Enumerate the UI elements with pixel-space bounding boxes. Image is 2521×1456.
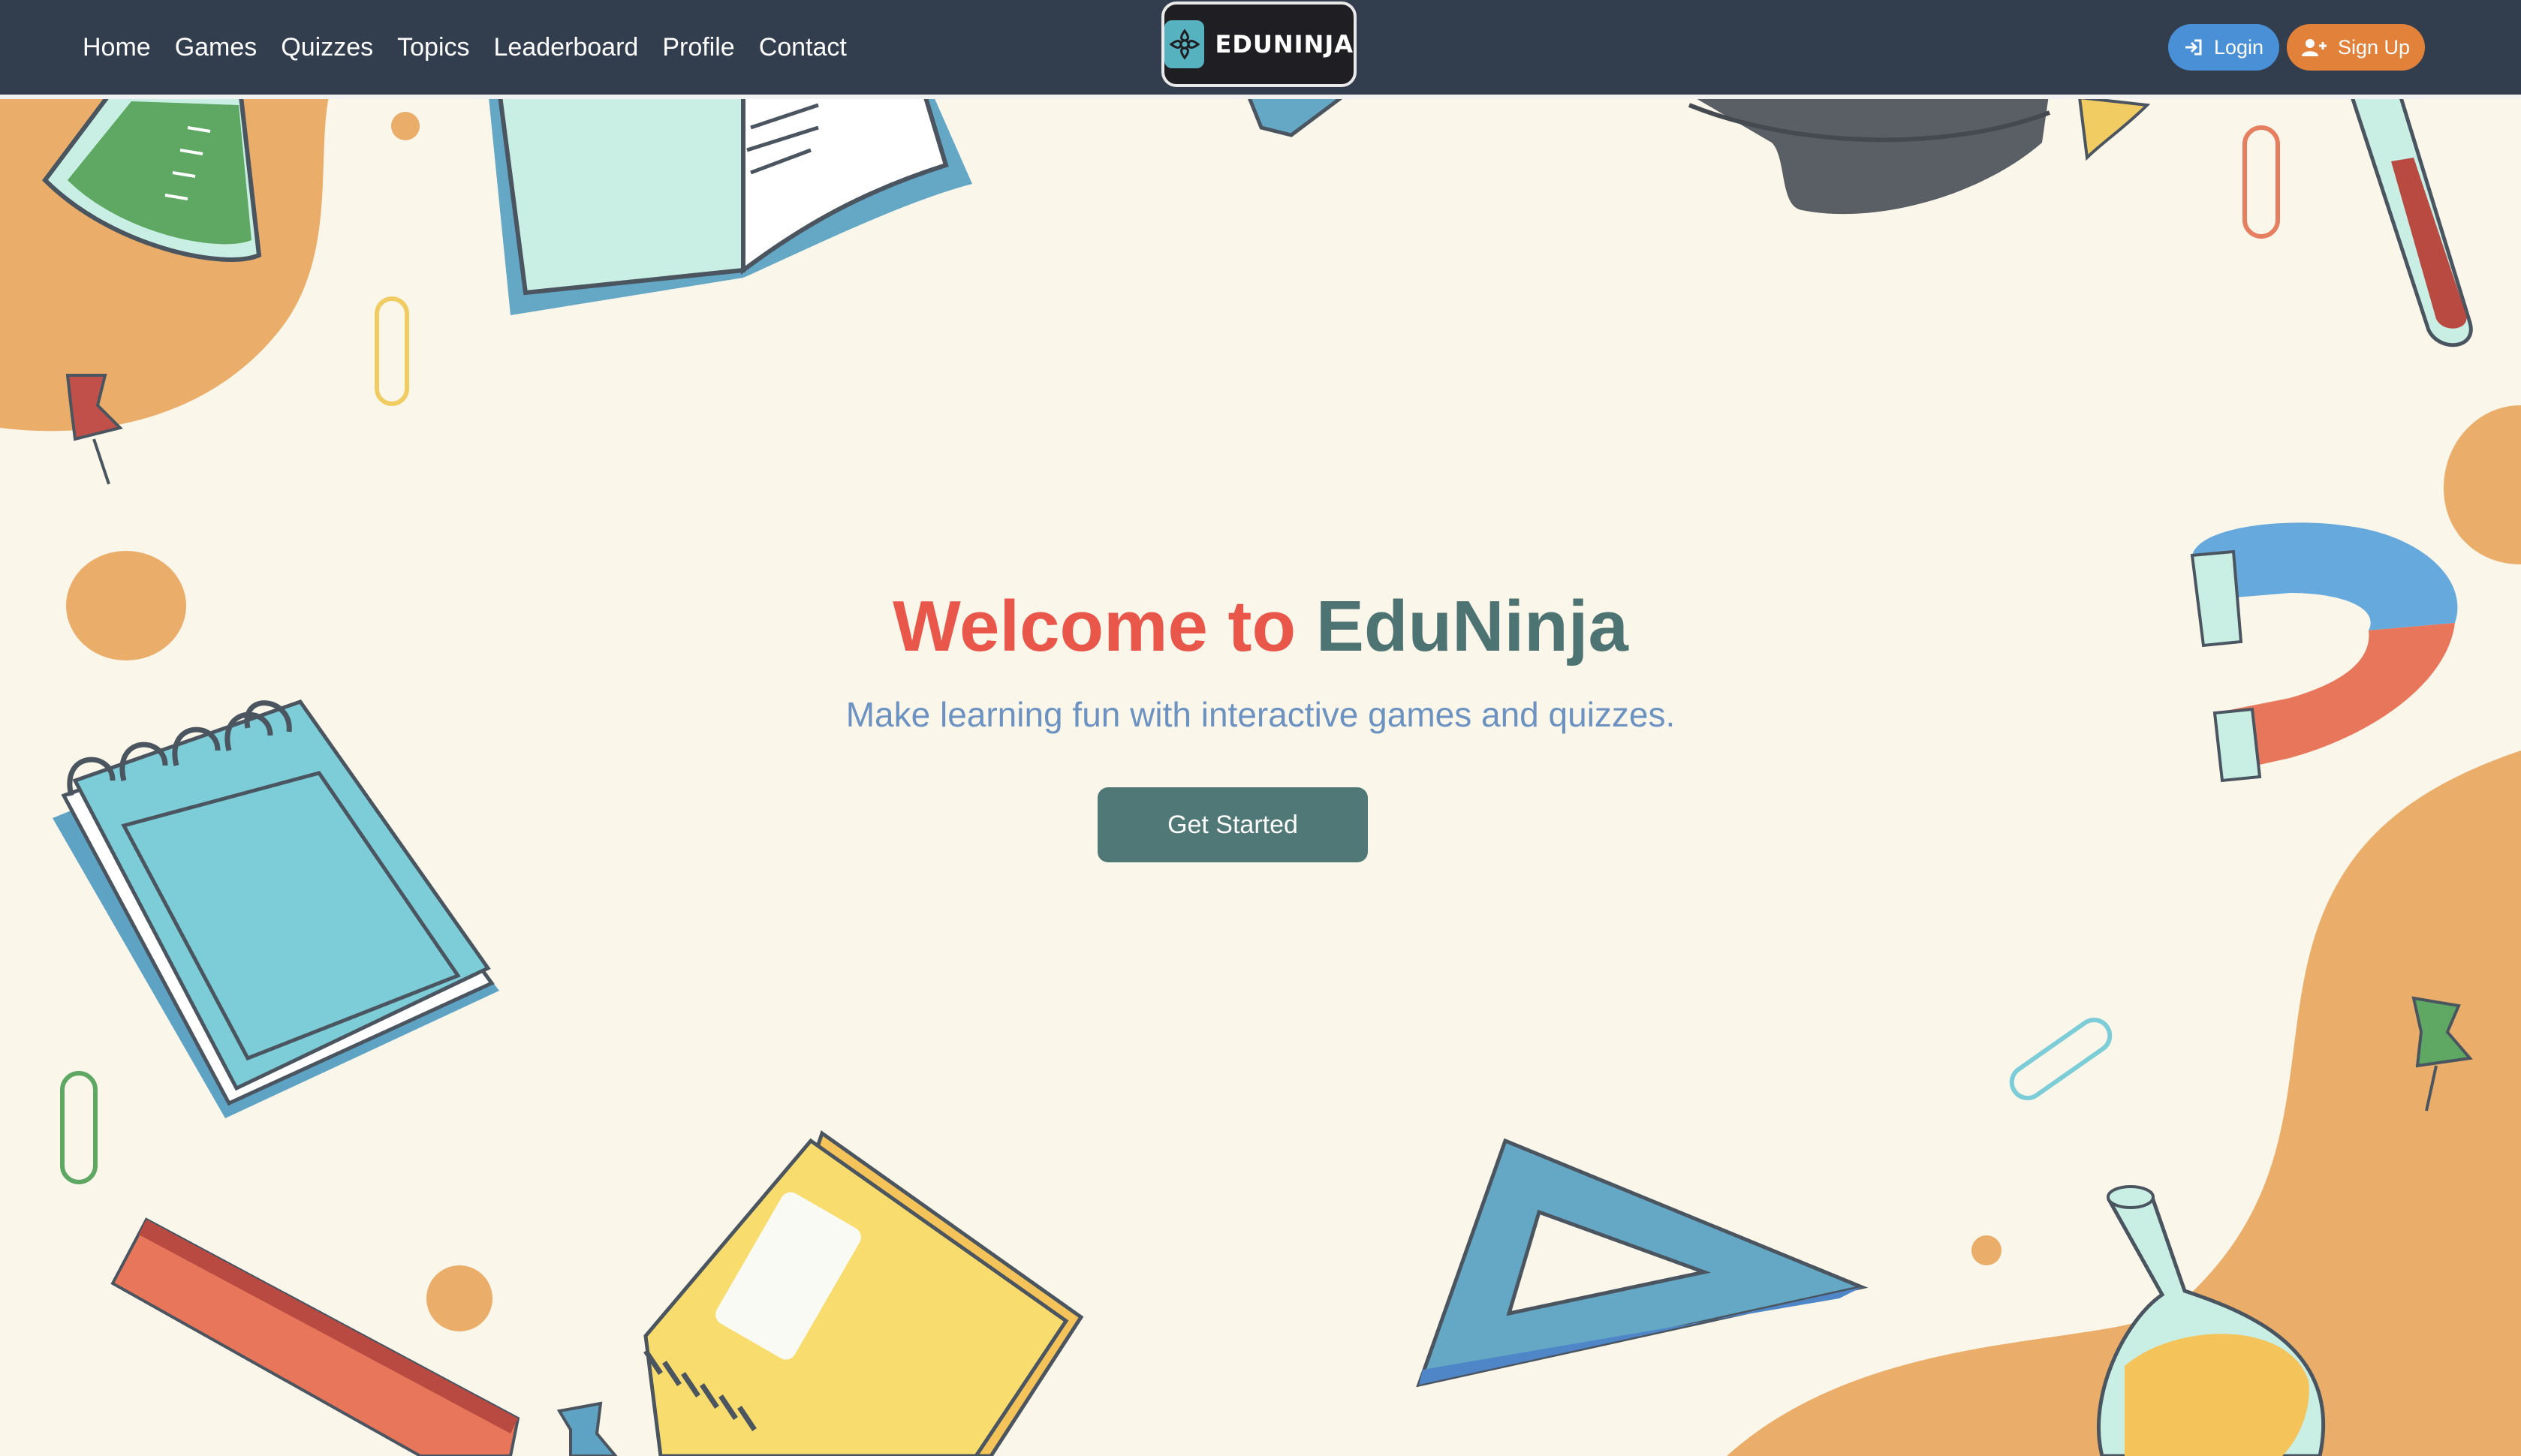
- pushpin-teal-icon: [556, 1401, 618, 1456]
- blob-dot-small-top: [391, 112, 420, 140]
- nav-profile[interactable]: Profile: [662, 33, 734, 62]
- blob-dot-right: [1971, 1235, 2001, 1265]
- ruler-icon: [110, 1217, 520, 1456]
- brand-logo[interactable]: EDUNINJA: [1161, 2, 1357, 87]
- hero-title-welcome: Welcome to: [893, 586, 1297, 666]
- hero-section: Welcome to EduNinja Make learning fun wi…: [0, 0, 2521, 1456]
- login-icon: [2185, 39, 2202, 56]
- hero-title-brand: EduNinja: [1315, 586, 1628, 666]
- ninja-star-icon: [1164, 20, 1205, 68]
- paperclip-green-icon: [60, 1071, 98, 1184]
- paperclip-yellow-icon: [375, 296, 409, 406]
- signup-label: Sign Up: [2337, 35, 2411, 59]
- login-label: Login: [2213, 35, 2264, 59]
- login-button[interactable]: Login: [2168, 24, 2279, 71]
- nav-contact[interactable]: Contact: [759, 33, 847, 62]
- hero-title: Welcome to EduNinja: [0, 585, 2521, 668]
- yellow-notebook-icon: [643, 1130, 1084, 1456]
- small-book-icon: [1243, 88, 1357, 137]
- nav-topics[interactable]: Topics: [397, 33, 469, 62]
- top-navbar: Home Games Quizzes Topics Leaderboard Pr…: [0, 0, 2521, 95]
- paperclip-blue-icon: [2009, 1018, 2113, 1100]
- logo-text: EDUNINJA: [1215, 30, 1354, 59]
- get-started-button[interactable]: Get Started: [1098, 787, 1368, 862]
- nav-games[interactable]: Games: [175, 33, 258, 62]
- tassel-icon: [2077, 95, 2151, 161]
- auth-buttons: Login Sign Up: [2168, 24, 2425, 71]
- right-edge-blob: [2444, 405, 2521, 564]
- test-tube-icon: [2347, 88, 2473, 347]
- signup-button[interactable]: Sign Up: [2287, 24, 2425, 71]
- set-square-icon: [1416, 1138, 1869, 1388]
- paperclip-red-icon: [2242, 125, 2280, 239]
- graduation-cap-icon: [1682, 90, 2051, 215]
- blob-dot-bottom: [426, 1265, 492, 1331]
- nav-quizzes[interactable]: Quizzes: [281, 33, 373, 62]
- user-plus-icon: [2301, 39, 2327, 56]
- nav-links: Home Games Quizzes Topics Leaderboard Pr…: [83, 0, 847, 95]
- nav-home[interactable]: Home: [83, 33, 151, 62]
- nav-leaderboard[interactable]: Leaderboard: [494, 33, 639, 62]
- spiral-notebook-icon: [53, 699, 499, 1118]
- open-book-icon: [488, 88, 972, 315]
- hero-subtitle: Make learning fun with interactive games…: [845, 695, 1676, 734]
